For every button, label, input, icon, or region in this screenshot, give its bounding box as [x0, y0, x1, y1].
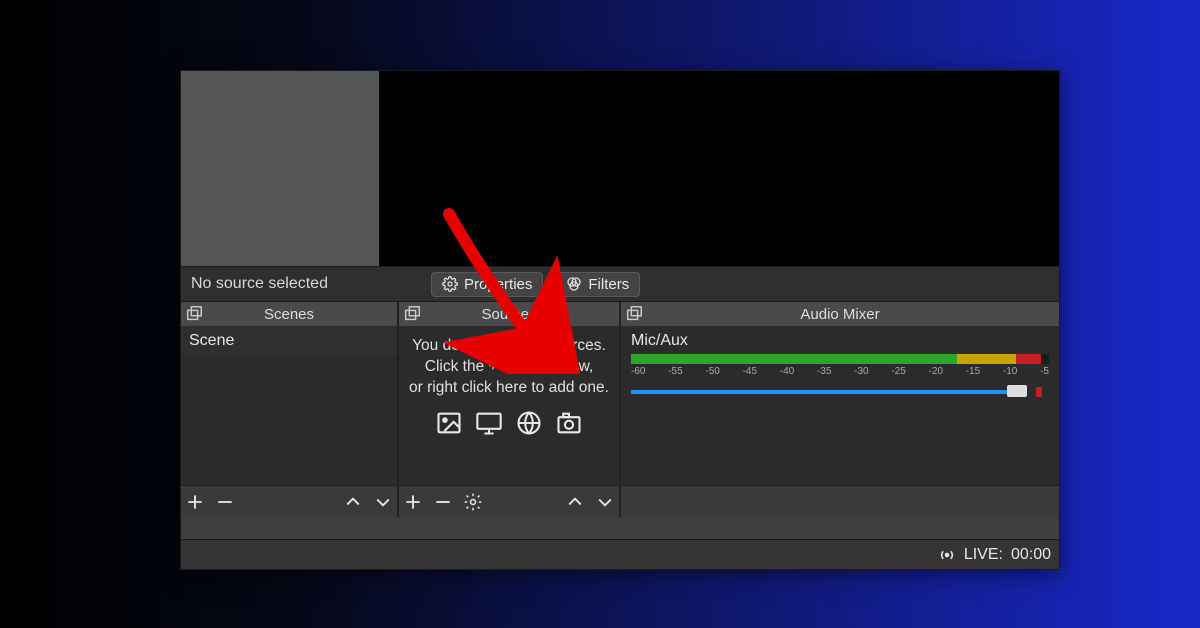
plus-icon	[185, 492, 205, 512]
sources-empty-message: You don't have any sources. Click the + …	[399, 326, 619, 399]
popout-icon[interactable]	[625, 305, 643, 323]
scenes-remove-button[interactable]	[211, 488, 239, 516]
sources-settings-button[interactable]	[459, 488, 487, 516]
slider-thumb[interactable]	[1007, 385, 1027, 397]
scenes-panel: Scenes Scene	[181, 302, 399, 517]
scenes-header: Scenes	[181, 302, 397, 326]
preview-canvas[interactable]	[379, 71, 1059, 266]
properties-button[interactable]: Properties	[431, 272, 543, 297]
mixer-channel-name: Mic/Aux	[631, 332, 1049, 350]
sources-remove-button[interactable]	[429, 488, 457, 516]
minus-icon	[433, 492, 453, 512]
chevron-up-icon	[343, 492, 363, 512]
scenes-footer	[181, 485, 397, 517]
meter-scale: -60-55-50-45-40-35-30-25-20-15-10-5	[631, 366, 1049, 377]
live-time: 00:00	[1011, 546, 1051, 564]
scene-item[interactable]: Scene	[181, 326, 397, 356]
minus-icon	[215, 492, 235, 512]
scenes-title: Scenes	[264, 306, 314, 323]
sources-move-down-button[interactable]	[591, 488, 619, 516]
properties-label: Properties	[464, 276, 532, 293]
sources-header: Sources	[399, 302, 619, 326]
live-label: LIVE:	[964, 546, 1003, 564]
audio-meter	[631, 354, 1049, 364]
sources-empty-line1: You don't have any sources.	[405, 336, 613, 357]
sources-empty-icons	[399, 409, 619, 437]
obs-window: No source selected Properties Filters Sc…	[180, 70, 1060, 570]
scenes-add-button[interactable]	[181, 488, 209, 516]
sources-footer	[399, 485, 619, 517]
chevron-down-icon	[595, 492, 615, 512]
plus-icon	[403, 492, 423, 512]
display-icon	[473, 409, 505, 437]
sources-add-button[interactable]	[399, 488, 427, 516]
scenes-move-down-button[interactable]	[369, 488, 397, 516]
popout-icon[interactable]	[185, 305, 203, 323]
filter-icon	[566, 276, 582, 292]
volume-slider[interactable]	[631, 387, 1049, 397]
gear-icon	[442, 276, 458, 292]
globe-icon	[513, 409, 545, 437]
sources-move-up-button[interactable]	[561, 488, 589, 516]
no-source-label: No source selected	[187, 275, 419, 293]
status-bar: LIVE: 00:00	[181, 539, 1059, 569]
mixer-header: Audio Mixer	[621, 302, 1059, 326]
sources-list[interactable]: You don't have any sources. Click the + …	[399, 326, 619, 485]
image-icon	[433, 409, 465, 437]
filters-button[interactable]: Filters	[555, 272, 640, 297]
sources-empty-line3: or right click here to add one.	[405, 378, 613, 399]
chevron-up-icon	[565, 492, 585, 512]
preview-row	[181, 71, 1059, 266]
preview-side-panel	[181, 71, 379, 266]
scenes-move-up-button[interactable]	[339, 488, 367, 516]
mixer-footer	[621, 485, 1059, 517]
audio-mixer-panel: Audio Mixer Mic/Aux -60-55-50-45-40-35-3…	[621, 302, 1059, 517]
scenes-list[interactable]: Scene	[181, 326, 397, 485]
sources-panel: Sources You don't have any sources. Clic…	[399, 302, 621, 517]
popout-icon[interactable]	[403, 305, 421, 323]
source-toolbar: No source selected Properties Filters	[181, 266, 1059, 302]
gear-icon	[463, 492, 483, 512]
sources-empty-line2: Click the + button below,	[405, 357, 613, 378]
filters-label: Filters	[588, 276, 629, 293]
camera-icon	[553, 409, 585, 437]
broadcast-icon	[938, 546, 956, 564]
sources-title: Sources	[481, 306, 536, 323]
chevron-down-icon	[373, 492, 393, 512]
mixer-body: Mic/Aux -60-55-50-45-40-35-30-25-20-15-1…	[621, 326, 1059, 485]
panels-row: Scenes Scene Sources You don't have any	[181, 302, 1059, 517]
mixer-title: Audio Mixer	[800, 306, 879, 323]
